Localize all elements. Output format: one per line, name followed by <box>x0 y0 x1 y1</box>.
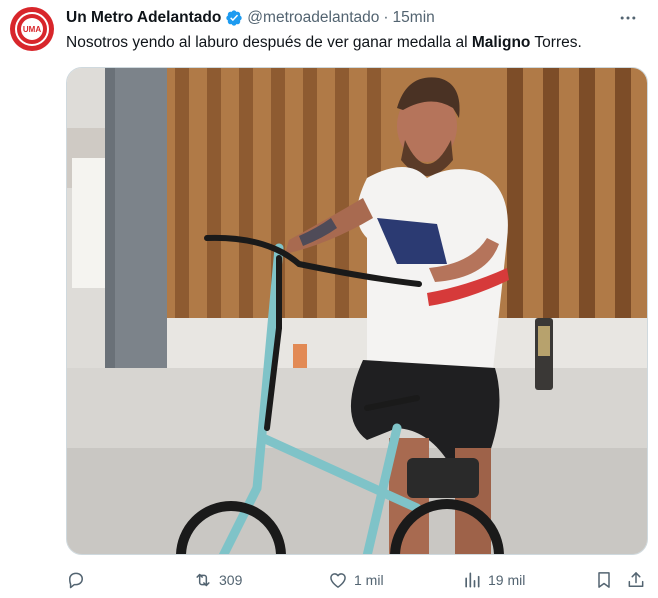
timestamp[interactable]: 15min <box>393 9 435 27</box>
photo-scene <box>67 68 647 554</box>
display-name[interactable]: Un Metro Adelantado <box>66 9 221 27</box>
bookmark-icon <box>598 572 610 588</box>
retweet-icon <box>196 573 210 587</box>
tweet-header: Un Metro Adelantado @metroadelantado · 1… <box>66 7 648 29</box>
reply-icon <box>69 572 83 589</box>
like-button[interactable]: 1 mil <box>328 566 384 594</box>
views-button[interactable]: 19 mil <box>462 566 525 594</box>
retweet-button[interactable]: 309 <box>193 566 242 594</box>
views-icon <box>465 572 480 588</box>
tweet-text: Nosotros yendo al laburo después de ver … <box>66 33 646 53</box>
more-icon[interactable] <box>616 7 640 29</box>
like-count: 1 mil <box>354 572 384 588</box>
share-icon <box>628 572 644 587</box>
like-icon <box>330 573 346 588</box>
views-count: 19 mil <box>488 572 526 588</box>
avatar-ring: UMA <box>15 12 49 46</box>
tweet-text-start: Nosotros yendo al laburo después de ver … <box>66 34 472 51</box>
handle[interactable]: @metroadelantado <box>247 9 379 27</box>
tweet-text-end: Torres. <box>530 34 582 51</box>
tweet[interactable]: UMA Un Metro Adelantado @metroadelantado… <box>0 0 658 598</box>
separator-dot: · <box>383 9 389 26</box>
verified-badge-icon <box>225 9 243 27</box>
action-bar: 309 1 mil 19 mil <box>66 566 648 594</box>
avatar[interactable]: UMA <box>10 7 54 51</box>
avatar-logo: UMA <box>21 18 43 40</box>
bookmark-button[interactable] <box>594 566 614 594</box>
tweet-text-bold: Maligno <box>471 34 531 51</box>
retweet-count: 309 <box>219 572 243 588</box>
reply-button[interactable] <box>66 566 86 594</box>
tweet-photo[interactable] <box>66 67 648 555</box>
share-button[interactable] <box>626 566 646 594</box>
